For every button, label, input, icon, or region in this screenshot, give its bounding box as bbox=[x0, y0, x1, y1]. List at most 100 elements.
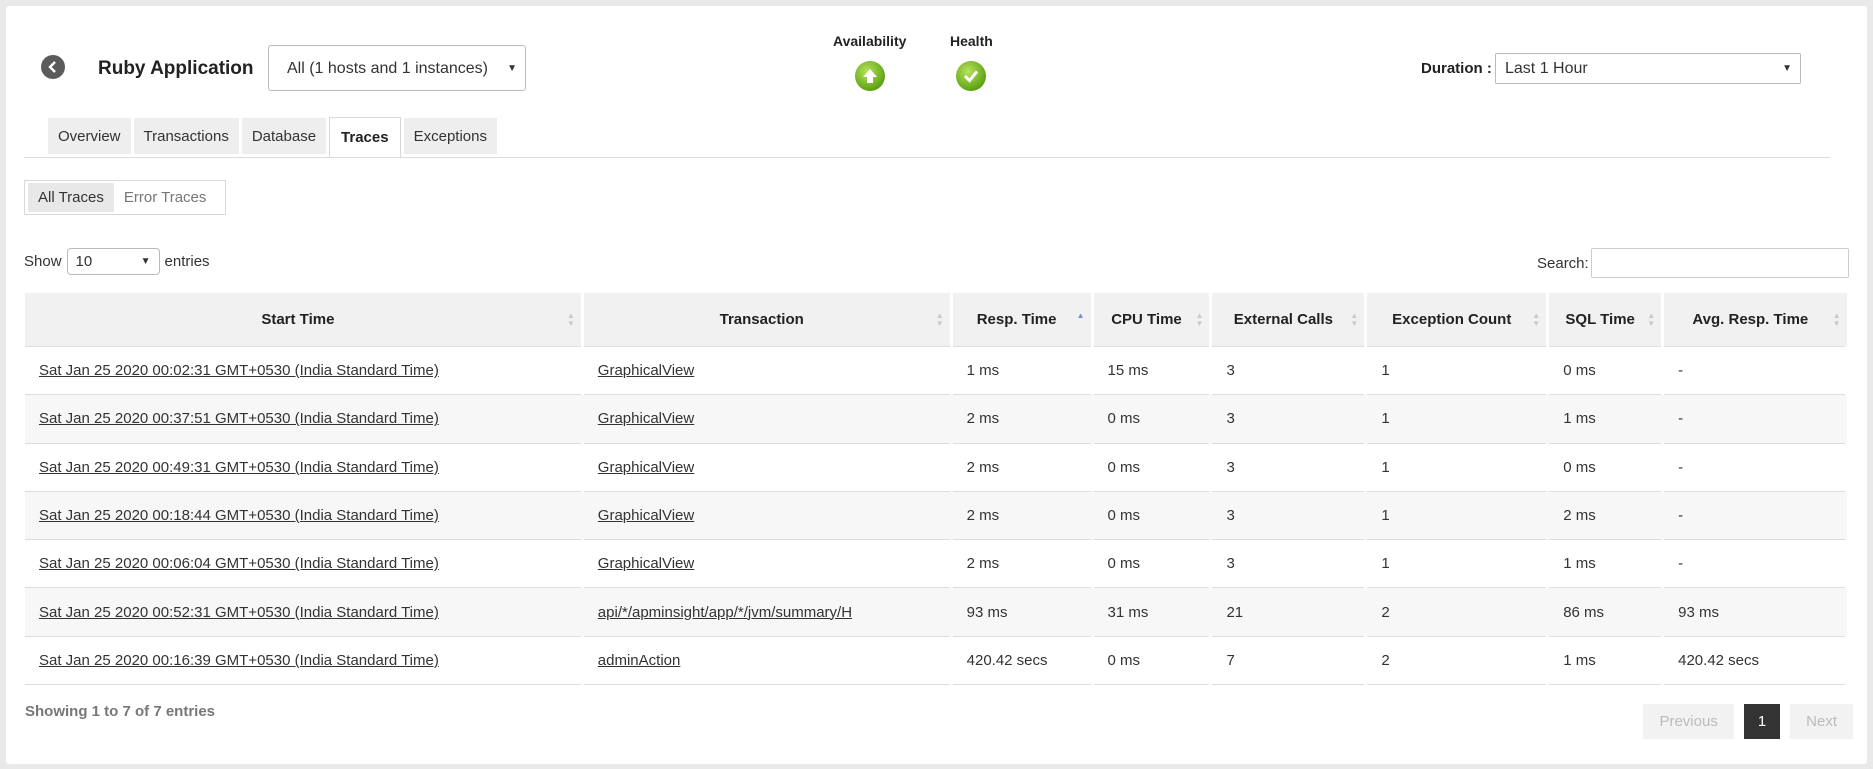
column-header-start-time[interactable]: Start Time ▲ ▼ bbox=[25, 293, 584, 347]
transaction-link[interactable]: GraphicalView bbox=[598, 507, 694, 524]
search-label: Search: bbox=[1537, 254, 1589, 272]
entries-label: entries bbox=[164, 253, 210, 270]
table-header-row: Start Time ▲ ▼ Transaction ▲ ▼ Resp. Time ▲ C… bbox=[25, 293, 1847, 347]
cell-sql-time: 0 ms bbox=[1547, 442, 1663, 492]
cell-resp-time: 2 ms bbox=[951, 490, 1093, 540]
column-header-avg-resp-time[interactable]: Avg. Resp. Time ▲ ▼ bbox=[1662, 293, 1847, 347]
transaction-link[interactable]: GraphicalView bbox=[598, 555, 694, 572]
cell-avg-resp-time: 93 ms bbox=[1662, 587, 1847, 637]
trace-link[interactable]: Sat Jan 25 2020 00:02:31 GMT+0530 (India… bbox=[39, 362, 439, 379]
show-label: Show bbox=[24, 253, 62, 270]
tabs-divider bbox=[24, 157, 1830, 158]
cell-cpu-time: 0 ms bbox=[1092, 394, 1211, 444]
column-header-external-calls[interactable]: External Calls ▲ ▼ bbox=[1210, 293, 1368, 347]
caret-down-icon: ▼ bbox=[507, 63, 517, 74]
host-select[interactable]: All (1 hosts and 1 instances) ▼ bbox=[268, 45, 526, 91]
cell-external-calls: 3 bbox=[1210, 539, 1366, 588]
transaction-link[interactable]: GraphicalView bbox=[598, 410, 694, 427]
cell-transaction: adminAction bbox=[582, 635, 952, 686]
app-name: Ruby Application bbox=[98, 58, 254, 79]
cell-external-calls: 3 bbox=[1210, 490, 1366, 540]
search-control: Search: bbox=[1537, 248, 1849, 278]
cell-transaction: GraphicalView bbox=[582, 345, 952, 395]
cell-avg-resp-time: - bbox=[1662, 394, 1847, 444]
cell-external-calls: 3 bbox=[1210, 394, 1366, 444]
tab-traces[interactable]: Traces bbox=[329, 117, 401, 157]
back-button[interactable] bbox=[41, 55, 65, 79]
chevron-left-icon bbox=[48, 61, 56, 73]
cell-exception-count: 1 bbox=[1365, 345, 1548, 395]
transaction-link[interactable]: adminAction bbox=[598, 652, 681, 669]
trace-link[interactable]: Sat Jan 25 2020 00:49:31 GMT+0530 (India… bbox=[39, 459, 439, 476]
tab-exceptions[interactable]: Exceptions bbox=[403, 118, 497, 154]
trace-link[interactable]: Sat Jan 25 2020 00:18:44 GMT+0530 (India… bbox=[39, 507, 439, 524]
next-page-button[interactable]: Next bbox=[1790, 704, 1853, 739]
cell-sql-time: 1 ms bbox=[1547, 539, 1663, 588]
tab-transactions[interactable]: Transactions bbox=[133, 118, 239, 154]
cell-resp-time: 93 ms bbox=[951, 587, 1093, 637]
duration-select-value: Last 1 Hour bbox=[1505, 60, 1588, 77]
sort-icon: ▲ ▼ bbox=[1195, 311, 1204, 328]
table-row: Sat Jan 25 2020 00:37:51 GMT+0530 (India… bbox=[25, 394, 1847, 444]
cell-cpu-time: 0 ms bbox=[1092, 635, 1211, 686]
cell-sql-time: 1 ms bbox=[1547, 635, 1663, 686]
cell-exception-count: 1 bbox=[1365, 490, 1548, 540]
trace-link[interactable]: Sat Jan 25 2020 00:52:31 GMT+0530 (India… bbox=[39, 604, 439, 621]
tab-bar: Overview Transactions Database Traces Ex… bbox=[48, 117, 497, 157]
entries-select[interactable]: 10 ▼ bbox=[66, 248, 160, 275]
cell-transaction: GraphicalView bbox=[582, 490, 952, 540]
sort-icon: ▲ ▼ bbox=[1647, 311, 1656, 328]
caret-down-icon: ▼ bbox=[1782, 63, 1792, 74]
subtab-error-traces[interactable]: Error Traces bbox=[114, 183, 217, 212]
trace-link[interactable]: Sat Jan 25 2020 00:37:51 GMT+0530 (India… bbox=[39, 410, 439, 427]
pagination: Previous 1 Next bbox=[1643, 704, 1853, 739]
table-row: Sat Jan 25 2020 00:06:04 GMT+0530 (India… bbox=[25, 539, 1847, 588]
cell-resp-time: 1 ms bbox=[951, 345, 1093, 395]
table-row: Sat Jan 25 2020 00:18:44 GMT+0530 (India… bbox=[25, 490, 1847, 540]
cell-start-time: Sat Jan 25 2020 00:49:31 GMT+0530 (India… bbox=[25, 442, 583, 492]
cell-cpu-time: 0 ms bbox=[1092, 490, 1211, 540]
column-header-exception-count[interactable]: Exception Count ▲ ▼ bbox=[1365, 293, 1550, 347]
previous-page-button[interactable]: Previous bbox=[1643, 704, 1734, 739]
table-row: Sat Jan 25 2020 00:52:31 GMT+0530 (India… bbox=[25, 587, 1847, 637]
cell-start-time: Sat Jan 25 2020 00:16:39 GMT+0530 (India… bbox=[25, 635, 583, 686]
tab-overview[interactable]: Overview bbox=[48, 118, 131, 154]
cell-external-calls: 21 bbox=[1210, 587, 1366, 637]
cell-exception-count: 1 bbox=[1365, 442, 1548, 492]
duration-select[interactable]: Last 1 Hour ▼ bbox=[1495, 53, 1801, 84]
page-1-button[interactable]: 1 bbox=[1743, 704, 1781, 739]
column-header-cpu-time[interactable]: CPU Time ▲ ▼ bbox=[1092, 293, 1213, 347]
cell-resp-time: 2 ms bbox=[951, 442, 1093, 492]
transaction-link[interactable]: GraphicalView bbox=[598, 362, 694, 379]
cell-resp-time: 2 ms bbox=[951, 539, 1093, 588]
column-header-transaction[interactable]: Transaction ▲ ▼ bbox=[582, 293, 953, 347]
cell-sql-time: 1 ms bbox=[1547, 394, 1663, 444]
cell-cpu-time: 15 ms bbox=[1092, 345, 1211, 395]
cell-transaction: GraphicalView bbox=[582, 394, 952, 444]
caret-down-icon: ▼ bbox=[140, 256, 151, 267]
cell-sql-time: 0 ms bbox=[1547, 345, 1663, 395]
column-header-sql-time[interactable]: SQL Time ▲ ▼ bbox=[1547, 293, 1665, 347]
cell-start-time: Sat Jan 25 2020 00:02:31 GMT+0530 (India… bbox=[25, 345, 583, 395]
sort-icon: ▲ ▼ bbox=[566, 311, 575, 328]
subtab-all-traces[interactable]: All Traces bbox=[28, 183, 114, 212]
cell-external-calls: 3 bbox=[1210, 345, 1366, 395]
trace-link[interactable]: Sat Jan 25 2020 00:06:04 GMT+0530 (India… bbox=[39, 555, 439, 572]
cell-sql-time: 2 ms bbox=[1547, 490, 1663, 540]
check-circle-icon bbox=[956, 61, 987, 91]
cell-start-time: Sat Jan 25 2020 00:37:51 GMT+0530 (India… bbox=[25, 394, 583, 444]
table-info: Showing 1 to 7 of 7 entries bbox=[25, 703, 216, 720]
traces-table: Start Time ▲ ▼ Transaction ▲ ▼ Resp. Time ▲ C… bbox=[25, 293, 1848, 686]
length-control: Show 10 ▼ entries bbox=[24, 248, 210, 275]
search-input[interactable] bbox=[1590, 248, 1849, 278]
tab-database[interactable]: Database bbox=[241, 118, 327, 154]
trace-link[interactable]: Sat Jan 25 2020 00:16:39 GMT+0530 (India… bbox=[39, 652, 439, 669]
sort-icon: ▲ ▼ bbox=[935, 311, 944, 328]
health-status: Health bbox=[950, 33, 993, 91]
transaction-link[interactable]: GraphicalView bbox=[598, 459, 694, 476]
column-header-resp-time[interactable]: Resp. Time ▲ bbox=[951, 293, 1094, 347]
cell-cpu-time: 0 ms bbox=[1092, 442, 1211, 492]
cell-start-time: Sat Jan 25 2020 00:18:44 GMT+0530 (India… bbox=[25, 490, 583, 540]
transaction-link[interactable]: api/*/apminsight/app/*/jvm/summary/H bbox=[598, 604, 852, 621]
duration-label: Duration : bbox=[1421, 60, 1492, 77]
